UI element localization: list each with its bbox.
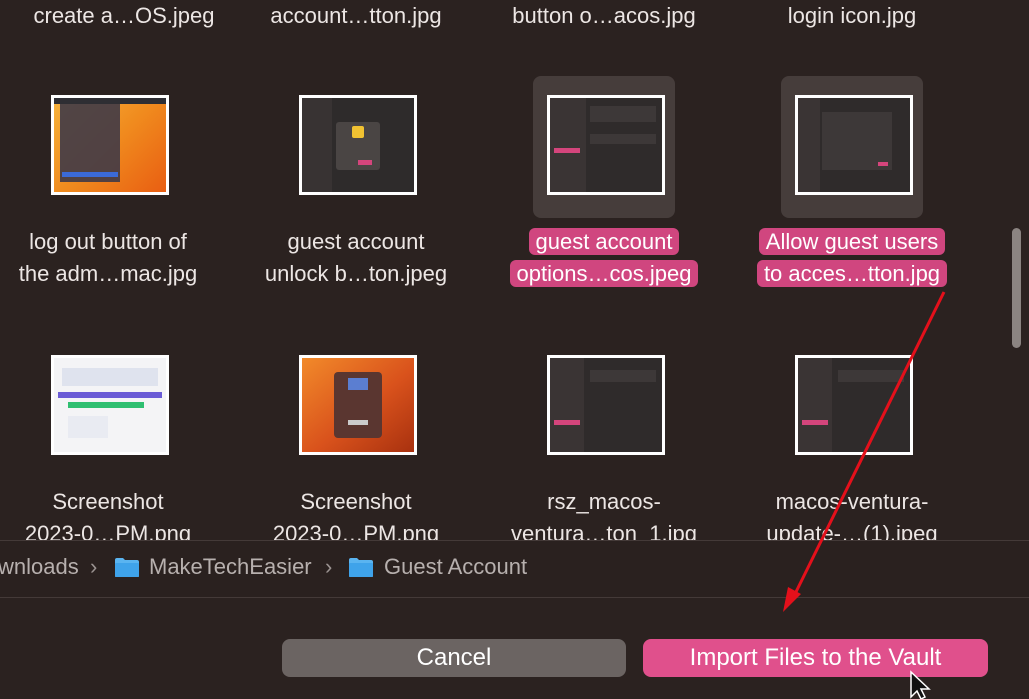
file-thumbnail bbox=[285, 76, 427, 218]
file-thumbnail bbox=[781, 336, 923, 478]
cancel-button[interactable]: Cancel bbox=[282, 639, 626, 677]
file-item[interactable]: macos-ventura- update-…(1).jpeg bbox=[728, 336, 976, 540]
file-name[interactable]: account…tton.jpg bbox=[232, 0, 480, 32]
file-item[interactable]: Screenshot 2023-0…PM.png bbox=[0, 336, 232, 540]
file-item[interactable]: guest account options…cos.jpeg bbox=[480, 76, 728, 296]
import-files-button[interactable]: Import Files to the Vault bbox=[643, 639, 988, 677]
vertical-scrollbar[interactable] bbox=[1012, 228, 1021, 348]
chevron-right-icon: › bbox=[90, 554, 98, 579]
file-grid: create a…OS.jpeg account…tton.jpg button… bbox=[0, 0, 1010, 540]
file-thumbnail bbox=[37, 76, 179, 218]
file-thumbnail bbox=[37, 336, 179, 478]
file-name[interactable]: login icon.jpg bbox=[728, 0, 976, 32]
path-item-downloads[interactable]: wnloads bbox=[0, 554, 79, 580]
file-thumbnail bbox=[285, 336, 427, 478]
file-item[interactable]: Screenshot 2023-0…PM.png bbox=[232, 336, 480, 540]
folder-icon bbox=[349, 558, 373, 577]
chevron-right-icon: › bbox=[325, 554, 333, 579]
file-thumbnail bbox=[533, 76, 675, 218]
path-item-maketecheasier[interactable]: MakeTechEasier bbox=[149, 554, 312, 580]
file-thumbnail bbox=[781, 76, 923, 218]
file-name[interactable]: create a…OS.jpeg bbox=[0, 0, 248, 32]
folder-icon bbox=[115, 558, 139, 577]
file-name[interactable]: button o…acos.jpg bbox=[480, 0, 728, 32]
file-thumbnail bbox=[533, 336, 675, 478]
file-item[interactable]: Allow guest users to acces…tton.jpg bbox=[728, 76, 976, 296]
path-item-guest-account[interactable]: Guest Account bbox=[384, 554, 527, 580]
file-item[interactable]: log out button of the adm…mac.jpg bbox=[0, 76, 232, 296]
file-item[interactable]: rsz_macos- ventura…ton_1.jpg bbox=[480, 336, 728, 540]
file-item[interactable]: guest account unlock b…ton.jpeg bbox=[232, 76, 480, 296]
path-bar: wnloads › MakeTechEasier › Guest Account bbox=[0, 540, 1029, 598]
